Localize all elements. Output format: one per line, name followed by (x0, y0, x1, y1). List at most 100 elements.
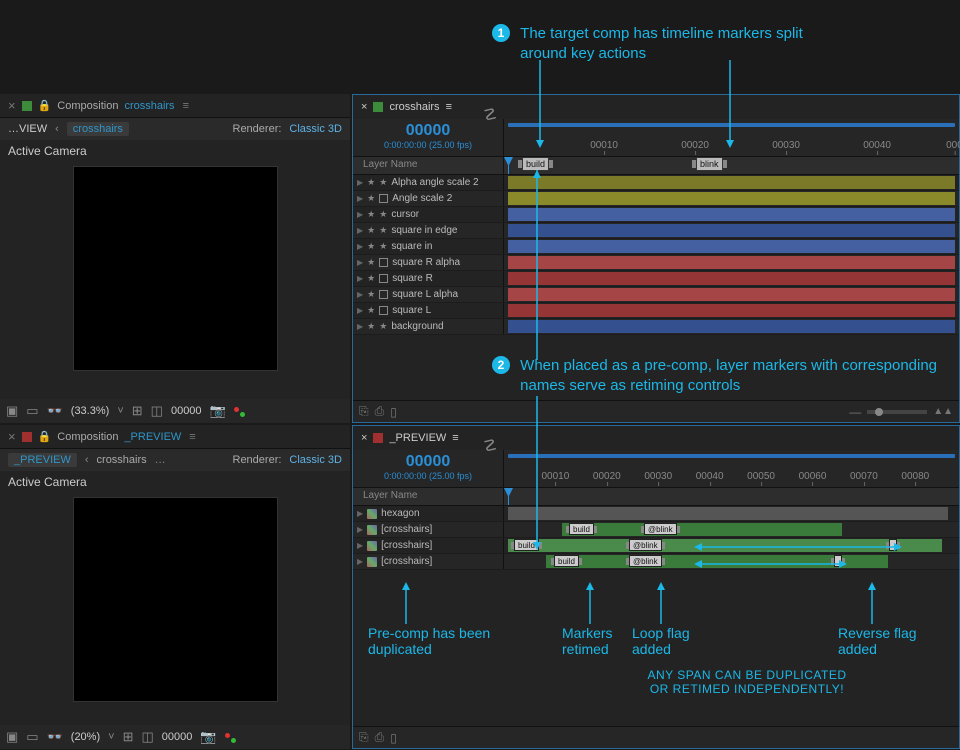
layer-bar-area[interactable] (503, 239, 959, 254)
shy-icon[interactable]: ☡ (483, 105, 497, 125)
color-dots-icon[interactable] (234, 405, 246, 417)
tl1-zoom-slider[interactable] (867, 410, 927, 414)
comp1-renderer-val[interactable]: Classic 3D (289, 123, 342, 135)
comp1-tab[interactable]: × 🔒 Composition crosshairs ≡ (0, 94, 350, 118)
comp1-camera[interactable]: Active Camera (0, 140, 350, 162)
disclosure-icon[interactable]: ▶ (357, 258, 363, 267)
disclosure-icon[interactable]: ▶ (357, 541, 363, 550)
comp2-zoom[interactable]: (20%) (71, 731, 100, 743)
comp2-canvas[interactable] (73, 497, 278, 702)
layer-bar-area[interactable] (503, 506, 959, 521)
layer-row[interactable]: ▶ ★ ★ background (353, 319, 959, 335)
layer-marker[interactable] (834, 555, 842, 567)
layer-marker[interactable]: build (554, 555, 579, 567)
layer-marker[interactable]: build (569, 523, 594, 535)
tl2-playhead[interactable] (508, 488, 509, 505)
layer-row[interactable]: ▶ [crosshairs] build@blink (353, 538, 959, 554)
crop-icon[interactable]: ◫ (141, 729, 153, 745)
comp-marker-blink[interactable]: blink (696, 157, 723, 171)
layer-bar[interactable] (508, 256, 955, 269)
layer-marker[interactable]: @blink (629, 555, 662, 567)
comp2-bc-cur[interactable]: _PREVIEW (8, 453, 77, 467)
layer-row[interactable]: ▶ ★ square R (353, 271, 959, 287)
grid-icon[interactable]: ⊞ (132, 403, 143, 419)
tl1-playhead[interactable] (508, 157, 509, 174)
layer-row[interactable]: ▶ ★ Angle scale 2 (353, 191, 959, 207)
layer-row[interactable]: ▶ hexagon (353, 506, 959, 522)
layer-bar-area[interactable]: build @blink (503, 554, 959, 569)
disclosure-icon[interactable]: ▶ (357, 178, 363, 187)
comp1-bc-pre[interactable]: …VIEW (8, 123, 47, 135)
layer-bar[interactable] (508, 192, 955, 205)
comp2-footer-tc[interactable]: 00000 (162, 731, 193, 743)
zoom-in-icon[interactable]: ▲▲ (933, 406, 953, 417)
comp1-zoom[interactable]: (33.3%) (71, 405, 110, 417)
goggles-icon[interactable]: 👓 (47, 403, 63, 419)
close-icon[interactable]: × (361, 101, 367, 113)
layer-marker[interactable]: build (514, 539, 539, 551)
zoom-out-icon[interactable]: — (849, 405, 861, 419)
color-dots-icon[interactable] (225, 731, 237, 743)
close-icon[interactable]: × (361, 432, 367, 444)
layer-bar-area[interactable] (503, 319, 959, 334)
layer-row[interactable]: ▶ ★ square L (353, 303, 959, 319)
layer-bar-area[interactable] (503, 175, 959, 190)
comp-marker-build[interactable]: build (522, 157, 549, 171)
layer-bar[interactable] (508, 272, 955, 285)
layer-bar[interactable] (508, 320, 955, 333)
disclosure-icon[interactable]: ▶ (357, 306, 363, 315)
disclosure-icon[interactable]: ▶ (357, 525, 363, 534)
camera-icon[interactable]: 📷 (200, 729, 216, 745)
shy-icon[interactable]: ☡ (483, 436, 497, 456)
magnify-icon[interactable]: ▣ (6, 729, 18, 745)
layer-bar-area[interactable] (503, 303, 959, 318)
tl1-tab[interactable]: × crosshairs ≡ (353, 95, 959, 119)
comp1-footer-tc[interactable]: 00000 (171, 405, 202, 417)
disclosure-icon[interactable]: ▶ (357, 290, 363, 299)
layer-bar[interactable] (562, 523, 842, 536)
disclosure-icon[interactable]: ▶ (357, 557, 363, 566)
disclosure-icon[interactable]: ▶ (357, 194, 363, 203)
tl2-timecode[interactable]: 00000 (363, 453, 493, 471)
tl2-ruler[interactable]: 0001000020000300004000050000600007000080 (504, 456, 959, 482)
close-icon[interactable]: × (8, 429, 16, 444)
display-icon[interactable]: ▭ (26, 403, 38, 419)
layer-bar-area[interactable]: build @blink (503, 538, 959, 553)
comp1-canvas[interactable] (73, 166, 278, 371)
display-icon[interactable]: ▭ (26, 729, 38, 745)
layer-bar[interactable] (508, 539, 942, 552)
comp1-bc-cur[interactable]: crosshairs (67, 122, 129, 136)
tl1-ruler-area[interactable]: 00010 00020 00030 00040 000 (503, 119, 959, 156)
chev-down-icon[interactable]: ˅ (108, 731, 114, 743)
layer-bar[interactable] (508, 224, 955, 237)
layer-row[interactable]: ▶ ★ ★ Alpha angle scale 2 (353, 175, 959, 191)
magnify-icon[interactable]: ▣ (6, 403, 18, 419)
panel-menu-icon[interactable]: ≡ (189, 431, 195, 443)
comp2-bc-next[interactable]: crosshairs (97, 454, 147, 466)
tl1-ruler[interactable]: 00010 00020 00030 00040 000 (504, 125, 959, 151)
layer-row[interactable]: ▶ ★ ★ square in (353, 239, 959, 255)
disclosure-icon[interactable]: ▶ (357, 242, 363, 251)
chev-down-icon[interactable]: ˅ (117, 405, 123, 417)
layer-bar-area[interactable] (503, 271, 959, 286)
comp2-renderer-val[interactable]: Classic 3D (289, 454, 342, 466)
layer-marker[interactable] (889, 539, 897, 551)
lock-icon[interactable]: 🔒 (38, 430, 52, 443)
toggle-modes-icon[interactable]: ⎙ (375, 730, 385, 745)
layer-bar[interactable] (508, 304, 955, 317)
close-icon[interactable]: × (8, 98, 16, 113)
layer-row[interactable]: ▶ ★ square L alpha (353, 287, 959, 303)
layer-marker[interactable]: @blink (629, 539, 662, 551)
tl2-tab[interactable]: × _PREVIEW ≡ (353, 426, 959, 450)
crop-icon[interactable]: ◫ (151, 403, 163, 419)
layer-bar-area[interactable]: build @blink (503, 522, 959, 537)
tl1-marker-row[interactable]: build blink (503, 157, 959, 174)
layer-bar-area[interactable] (503, 255, 959, 270)
layer-bar[interactable] (508, 507, 948, 520)
comp2-camera[interactable]: Active Camera (0, 471, 350, 493)
layer-bar[interactable] (508, 176, 955, 189)
layer-marker[interactable]: @blink (644, 523, 677, 535)
disclosure-icon[interactable]: ▶ (357, 226, 363, 235)
layer-bar-area[interactable] (503, 207, 959, 222)
layer-row[interactable]: ▶ ★ square R alpha (353, 255, 959, 271)
